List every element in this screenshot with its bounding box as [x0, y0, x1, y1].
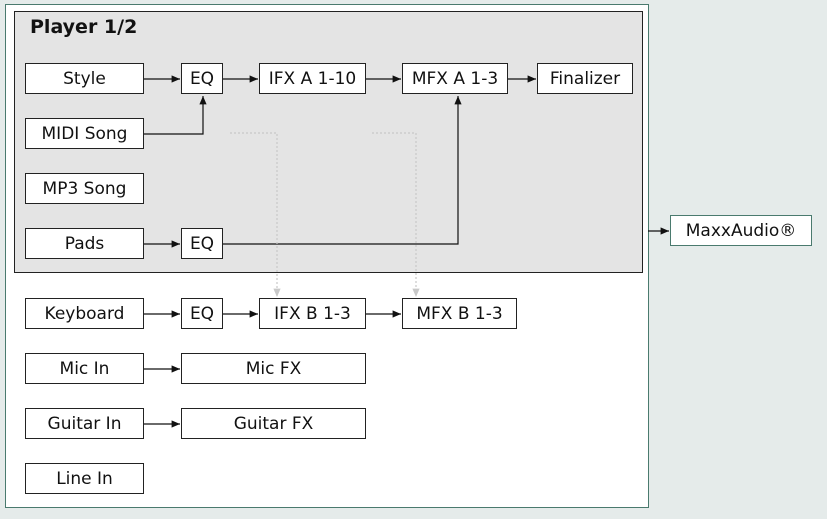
block-eq-keyboard: EQ: [181, 298, 223, 329]
block-line-in: Line In: [25, 463, 144, 494]
dotted-route-mfxb: [372, 132, 420, 297]
block-mic-fx: Mic FX: [181, 353, 366, 384]
block-mic-in: Mic In: [25, 353, 144, 384]
block-ifx-a: IFX A 1-10: [259, 63, 366, 94]
block-ifx-b: IFX B 1-3: [259, 298, 366, 329]
block-guitar-in: Guitar In: [25, 408, 144, 439]
block-mfx-a: MFX A 1-3: [402, 63, 508, 94]
block-maxxaudio: MaxxAudio®: [670, 215, 812, 246]
block-guitar-fx: Guitar FX: [181, 408, 366, 439]
block-finalizer: Finalizer: [537, 63, 633, 94]
block-eq-style: EQ: [181, 63, 223, 94]
arrow-padseq-mfxa: [222, 96, 462, 245]
block-mfx-b: MFX B 1-3: [402, 298, 517, 329]
arrow-midi-eq: [143, 96, 207, 135]
block-keyboard: Keyboard: [25, 298, 144, 329]
dotted-route-ifxb: [230, 132, 281, 297]
block-eq-pads: EQ: [181, 228, 223, 259]
block-midi-song: MIDI Song: [25, 118, 144, 149]
block-style: Style: [25, 63, 144, 94]
block-mp3-song: MP3 Song: [25, 173, 144, 204]
block-pads: Pads: [25, 228, 144, 259]
